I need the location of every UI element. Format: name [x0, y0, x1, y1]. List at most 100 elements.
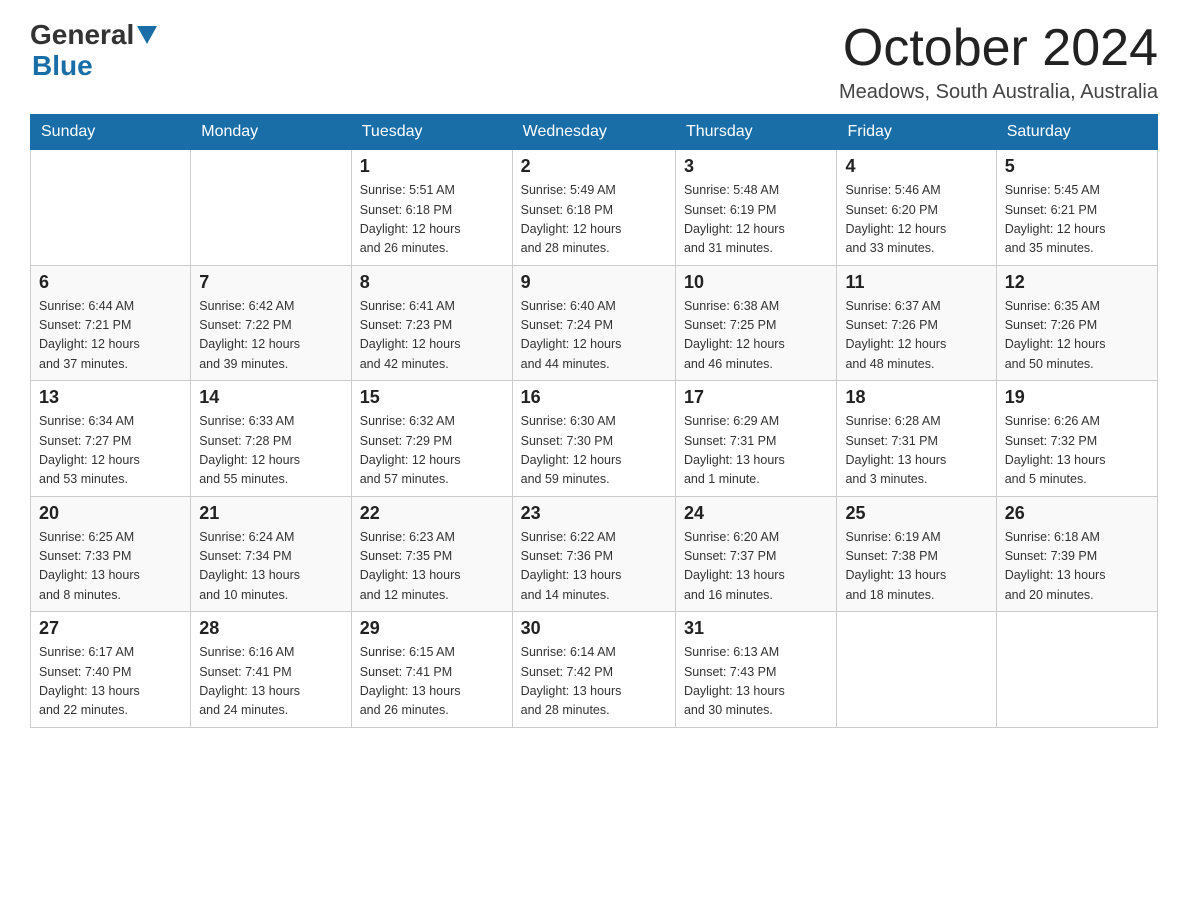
cell-info-text: Sunrise: 6:33 AM Sunset: 7:28 PM Dayligh…: [199, 412, 343, 490]
weekday-header-sunday: Sunday: [31, 115, 191, 150]
weekday-header-saturday: Saturday: [996, 115, 1157, 150]
cell-info-text: Sunrise: 6:28 AM Sunset: 7:31 PM Dayligh…: [845, 412, 987, 490]
cell-day-number: 9: [521, 272, 667, 293]
cell-day-number: 8: [360, 272, 504, 293]
calendar-cell: 14 Sunrise: 6:33 AM Sunset: 7:28 PM Dayli…: [191, 381, 352, 497]
cell-info-text: Sunrise: 6:24 AM Sunset: 7:34 PM Dayligh…: [199, 528, 343, 606]
cell-day-number: 24: [684, 503, 829, 524]
calendar-cell: 7 Sunrise: 6:42 AM Sunset: 7:22 PM Daylig…: [191, 265, 352, 381]
cell-info-text: Sunrise: 6:20 AM Sunset: 7:37 PM Dayligh…: [684, 528, 829, 606]
calendar-cell: [31, 150, 191, 266]
title-area: October 2024 Meadows, South Australia, A…: [839, 20, 1158, 104]
cell-day-number: 7: [199, 272, 343, 293]
cell-day-number: 15: [360, 387, 504, 408]
cell-info-text: Sunrise: 6:17 AM Sunset: 7:40 PM Dayligh…: [39, 643, 182, 721]
calendar-cell: 27Sunrise: 6:17 AM Sunset: 7:40 PM Dayli…: [31, 612, 191, 728]
cell-day-number: 13: [39, 387, 182, 408]
calendar-cell: 16 Sunrise: 6:30 AM Sunset: 7:30 PM Dayli…: [512, 381, 675, 497]
cell-info-text: Sunrise: 6:15 AM Sunset: 7:41 PM Dayligh…: [360, 643, 504, 721]
calendar-week-row: 20Sunrise: 6:25 AM Sunset: 7:33 PM Dayli…: [31, 496, 1158, 612]
cell-day-number: 2: [521, 156, 667, 177]
calendar-cell: 6 Sunrise: 6:44 AM Sunset: 7:21 PM Daylig…: [31, 265, 191, 381]
calendar-table: SundayMondayTuesdayWednesdayThursdayFrid…: [30, 114, 1158, 728]
weekday-header-tuesday: Tuesday: [351, 115, 512, 150]
calendar-cell: 12Sunrise: 6:35 AM Sunset: 7:26 PM Dayli…: [996, 265, 1157, 381]
page-header: General Blue October 2024 Meadows, South…: [30, 20, 1158, 104]
cell-day-number: 28: [199, 618, 343, 639]
cell-day-number: 29: [360, 618, 504, 639]
cell-day-number: 23: [521, 503, 667, 524]
cell-info-text: Sunrise: 6:26 AM Sunset: 7:32 PM Dayligh…: [1005, 412, 1149, 490]
cell-info-text: Sunrise: 6:30 AM Sunset: 7:30 PM Dayligh…: [521, 412, 667, 490]
logo-blue-text: Blue: [32, 51, 157, 82]
cell-info-text: Sunrise: 6:22 AM Sunset: 7:36 PM Dayligh…: [521, 528, 667, 606]
cell-info-text: Sunrise: 5:45 AM Sunset: 6:21 PM Dayligh…: [1005, 181, 1149, 259]
cell-info-text: Sunrise: 6:42 AM Sunset: 7:22 PM Dayligh…: [199, 297, 343, 375]
cell-info-text: Sunrise: 6:19 AM Sunset: 7:38 PM Dayligh…: [845, 528, 987, 606]
cell-day-number: 11: [845, 272, 987, 293]
cell-info-text: Sunrise: 6:16 AM Sunset: 7:41 PM Dayligh…: [199, 643, 343, 721]
cell-day-number: 21: [199, 503, 343, 524]
cell-day-number: 31: [684, 618, 829, 639]
cell-day-number: 3: [684, 156, 829, 177]
calendar-week-row: 1 Sunrise: 5:51 AM Sunset: 6:18 PM Daylig…: [31, 150, 1158, 266]
cell-day-number: 1: [360, 156, 504, 177]
calendar-cell: 9 Sunrise: 6:40 AM Sunset: 7:24 PM Daylig…: [512, 265, 675, 381]
cell-day-number: 17: [684, 387, 829, 408]
calendar-cell: 2Sunrise: 5:49 AM Sunset: 6:18 PM Daylig…: [512, 150, 675, 266]
calendar-week-row: 6 Sunrise: 6:44 AM Sunset: 7:21 PM Daylig…: [31, 265, 1158, 381]
weekday-header-thursday: Thursday: [675, 115, 837, 150]
calendar-cell: 19 Sunrise: 6:26 AM Sunset: 7:32 PM Dayli…: [996, 381, 1157, 497]
cell-day-number: 26: [1005, 503, 1149, 524]
logo: General Blue: [30, 20, 157, 82]
calendar-cell: 30Sunrise: 6:14 AM Sunset: 7:42 PM Dayli…: [512, 612, 675, 728]
cell-day-number: 10: [684, 272, 829, 293]
calendar-cell: 15 Sunrise: 6:32 AM Sunset: 7:29 PM Dayli…: [351, 381, 512, 497]
weekday-header-friday: Friday: [837, 115, 996, 150]
calendar-cell: 23 Sunrise: 6:22 AM Sunset: 7:36 PM Dayli…: [512, 496, 675, 612]
calendar-cell: 10 Sunrise: 6:38 AM Sunset: 7:25 PM Dayli…: [675, 265, 837, 381]
cell-info-text: Sunrise: 6:40 AM Sunset: 7:24 PM Dayligh…: [521, 297, 667, 375]
cell-day-number: 14: [199, 387, 343, 408]
calendar-cell: 26 Sunrise: 6:18 AM Sunset: 7:39 PM Dayli…: [996, 496, 1157, 612]
calendar-cell: 17 Sunrise: 6:29 AM Sunset: 7:31 PM Dayli…: [675, 381, 837, 497]
cell-day-number: 5: [1005, 156, 1149, 177]
calendar-cell: 11Sunrise: 6:37 AM Sunset: 7:26 PM Dayli…: [837, 265, 996, 381]
cell-info-text: Sunrise: 6:18 AM Sunset: 7:39 PM Dayligh…: [1005, 528, 1149, 606]
cell-info-text: Sunrise: 6:23 AM Sunset: 7:35 PM Dayligh…: [360, 528, 504, 606]
logo-general-text: General: [30, 20, 134, 51]
calendar-cell: [837, 612, 996, 728]
cell-info-text: Sunrise: 6:35 AM Sunset: 7:26 PM Dayligh…: [1005, 297, 1149, 375]
cell-info-text: Sunrise: 5:51 AM Sunset: 6:18 PM Dayligh…: [360, 181, 504, 259]
cell-day-number: 19: [1005, 387, 1149, 408]
logo-general: General: [30, 20, 157, 51]
calendar-cell: 24 Sunrise: 6:20 AM Sunset: 7:37 PM Dayli…: [675, 496, 837, 612]
cell-info-text: Sunrise: 6:44 AM Sunset: 7:21 PM Dayligh…: [39, 297, 182, 375]
cell-info-text: Sunrise: 6:41 AM Sunset: 7:23 PM Dayligh…: [360, 297, 504, 375]
calendar-cell: 18Sunrise: 6:28 AM Sunset: 7:31 PM Dayli…: [837, 381, 996, 497]
calendar-cell: 29 Sunrise: 6:15 AM Sunset: 7:41 PM Dayli…: [351, 612, 512, 728]
calendar-cell: 20Sunrise: 6:25 AM Sunset: 7:33 PM Dayli…: [31, 496, 191, 612]
calendar-cell: 5 Sunrise: 5:45 AM Sunset: 6:21 PM Daylig…: [996, 150, 1157, 266]
calendar-cell: 3 Sunrise: 5:48 AM Sunset: 6:19 PM Daylig…: [675, 150, 837, 266]
calendar-cell: 31 Sunrise: 6:13 AM Sunset: 7:43 PM Dayli…: [675, 612, 837, 728]
cell-day-number: 22: [360, 503, 504, 524]
calendar-cell: 13Sunrise: 6:34 AM Sunset: 7:27 PM Dayli…: [31, 381, 191, 497]
cell-day-number: 25: [845, 503, 987, 524]
cell-info-text: Sunrise: 6:13 AM Sunset: 7:43 PM Dayligh…: [684, 643, 829, 721]
calendar-cell: 21 Sunrise: 6:24 AM Sunset: 7:34 PM Dayli…: [191, 496, 352, 612]
cell-info-text: Sunrise: 6:32 AM Sunset: 7:29 PM Dayligh…: [360, 412, 504, 490]
calendar-week-row: 13Sunrise: 6:34 AM Sunset: 7:27 PM Dayli…: [31, 381, 1158, 497]
cell-day-number: 16: [521, 387, 667, 408]
calendar-week-row: 27Sunrise: 6:17 AM Sunset: 7:40 PM Dayli…: [31, 612, 1158, 728]
calendar-cell: 1 Sunrise: 5:51 AM Sunset: 6:18 PM Daylig…: [351, 150, 512, 266]
cell-day-number: 30: [521, 618, 667, 639]
cell-day-number: 6: [39, 272, 182, 293]
calendar-cell: 25 Sunrise: 6:19 AM Sunset: 7:38 PM Dayli…: [837, 496, 996, 612]
cell-info-text: Sunrise: 6:25 AM Sunset: 7:33 PM Dayligh…: [39, 528, 182, 606]
cell-info-text: Sunrise: 6:29 AM Sunset: 7:31 PM Dayligh…: [684, 412, 829, 490]
calendar-cell: 4Sunrise: 5:46 AM Sunset: 6:20 PM Daylig…: [837, 150, 996, 266]
cell-info-text: Sunrise: 5:48 AM Sunset: 6:19 PM Dayligh…: [684, 181, 829, 259]
weekday-header-row: SundayMondayTuesdayWednesdayThursdayFrid…: [31, 115, 1158, 150]
cell-info-text: Sunrise: 6:38 AM Sunset: 7:25 PM Dayligh…: [684, 297, 829, 375]
